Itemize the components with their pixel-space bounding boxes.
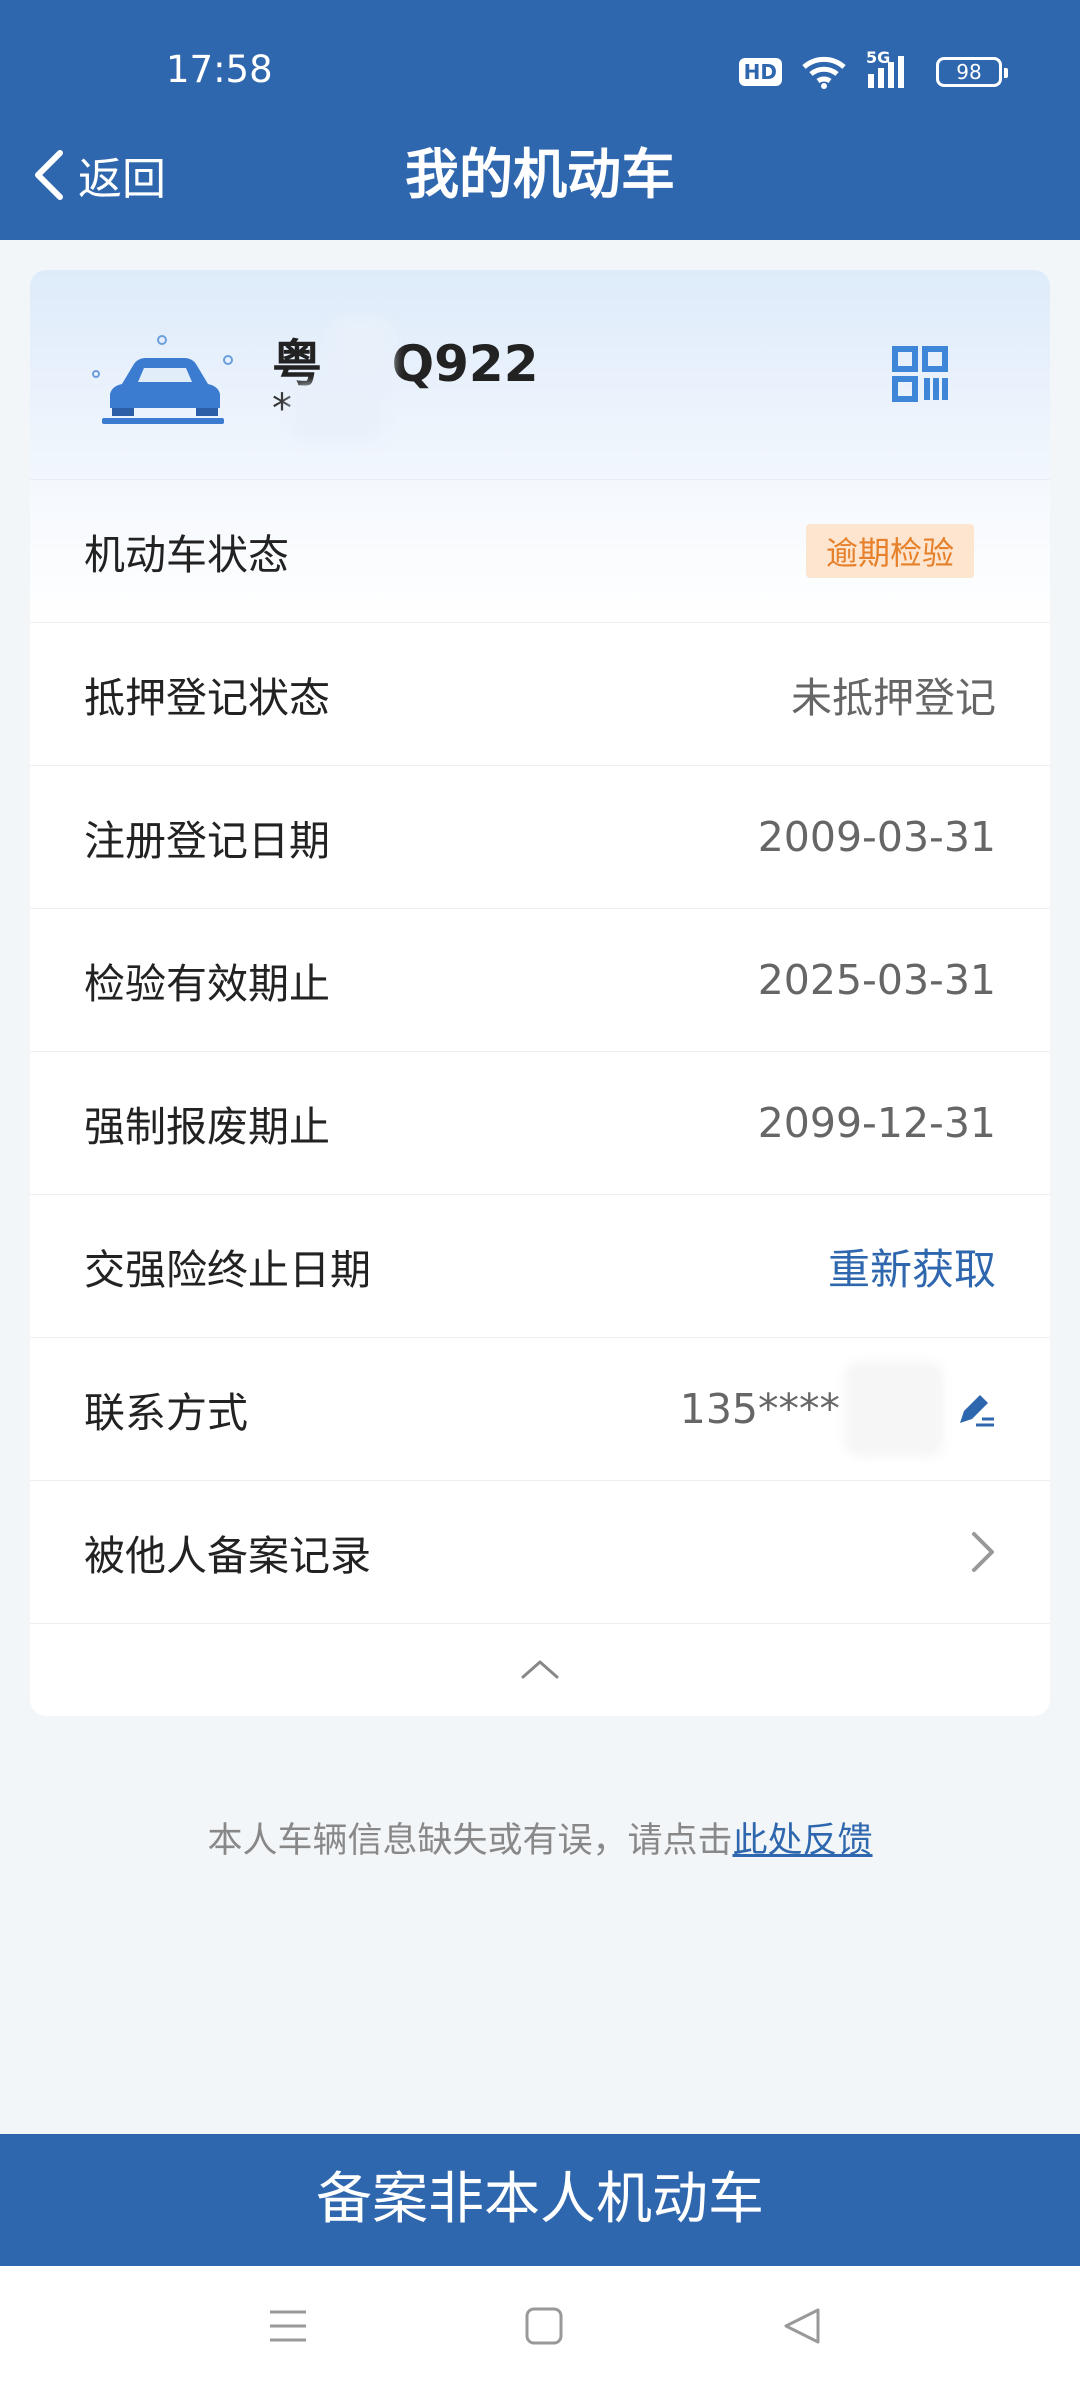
qr-code-icon[interactable] xyxy=(892,346,948,402)
row-label: 被他人备案记录 xyxy=(84,1532,371,1580)
chevron-right-icon xyxy=(972,1532,994,1572)
feedback-link[interactable]: 此处反馈 xyxy=(733,1821,873,1861)
row-registration-date: 注册登记日期 2009-03-31 xyxy=(30,766,1050,909)
refetch-link[interactable]: 重新获取 xyxy=(828,1236,996,1297)
row-value: 2099-12-31 xyxy=(757,1099,996,1147)
row-contact: 联系方式 135**** xyxy=(30,1338,1050,1481)
row-label: 联系方式 xyxy=(84,1389,248,1437)
row-label: 交强险终止日期 xyxy=(84,1246,371,1294)
row-label: 机动车状态 xyxy=(84,531,289,579)
car-icon xyxy=(92,335,233,424)
row-vehicle-status: 机动车状态 逾期检验 xyxy=(30,480,1050,623)
redacted-region xyxy=(330,318,392,384)
row-label: 抵押登记状态 xyxy=(84,674,330,722)
hd-icon: HD xyxy=(738,58,782,86)
status-icons: HD 5G 98 xyxy=(738,48,1008,92)
page-title: 我的机动车 xyxy=(405,143,675,206)
edit-icon[interactable] xyxy=(956,1389,996,1429)
contact-value: 135**** xyxy=(680,1361,996,1457)
battery-icon: 98 xyxy=(936,57,1008,87)
row-filing-records[interactable]: 被他人备案记录 xyxy=(30,1481,1050,1624)
system-nav-bar xyxy=(0,2266,1080,2400)
feedback-prefix: 本人车辆信息缺失或有误，请点击 xyxy=(207,1821,733,1861)
chevron-up-icon xyxy=(521,1660,559,1679)
row-scrap-date: 强制报废期止 2099-12-31 xyxy=(30,1052,1050,1195)
register-other-vehicle-button[interactable]: 备案非本人机动车 xyxy=(0,2134,1080,2266)
row-inspection-valid-until: 检验有效期止 2025-03-31 xyxy=(30,909,1050,1052)
phone-number: 135**** xyxy=(679,1385,840,1433)
top-bar: 17:58 HD 5G 98 返回 我的机动车 xyxy=(0,0,1080,240)
vehicle-subtext: * xyxy=(272,386,292,432)
row-value: 2025-03-31 xyxy=(757,956,996,1004)
row-label: 强制报废期止 xyxy=(84,1103,330,1151)
redacted-region xyxy=(844,1361,944,1457)
row-value: 2009-03-31 xyxy=(757,813,996,861)
vehicle-card: 粤 Q922 * 机动车状态 逾期检验 抵押登记状态 未抵押登记 注册登记日期 … xyxy=(30,270,1050,1716)
status-badge: 逾期检验 xyxy=(805,524,974,578)
plate-suffix: Q922 xyxy=(391,335,539,393)
vehicle-header: 粤 Q922 * xyxy=(30,270,1050,480)
wifi-icon xyxy=(802,56,846,89)
row-label: 注册登记日期 xyxy=(84,817,330,865)
row-label: 检验有效期止 xyxy=(84,960,330,1008)
redacted-region xyxy=(292,386,382,440)
menu-icon[interactable] xyxy=(268,2306,308,2346)
back-triangle-icon[interactable] xyxy=(782,2306,822,2346)
plate-prefix: 粤 xyxy=(272,335,322,393)
row-insurance-end-date: 交强险终止日期 重新获取 xyxy=(30,1195,1050,1338)
status-time: 17:58 xyxy=(166,48,273,91)
row-mortgage-status: 抵押登记状态 未抵押登记 xyxy=(30,623,1050,766)
signal-icon: 5G xyxy=(866,48,916,90)
row-value: 未抵押登记 xyxy=(791,674,996,722)
status-bar: 17:58 HD 5G 98 xyxy=(0,0,1080,140)
home-icon[interactable] xyxy=(524,2306,564,2346)
collapse-button[interactable] xyxy=(30,1624,1050,1714)
feedback-text: 本人车辆信息缺失或有误，请点击此处反馈 xyxy=(0,1812,1080,1863)
